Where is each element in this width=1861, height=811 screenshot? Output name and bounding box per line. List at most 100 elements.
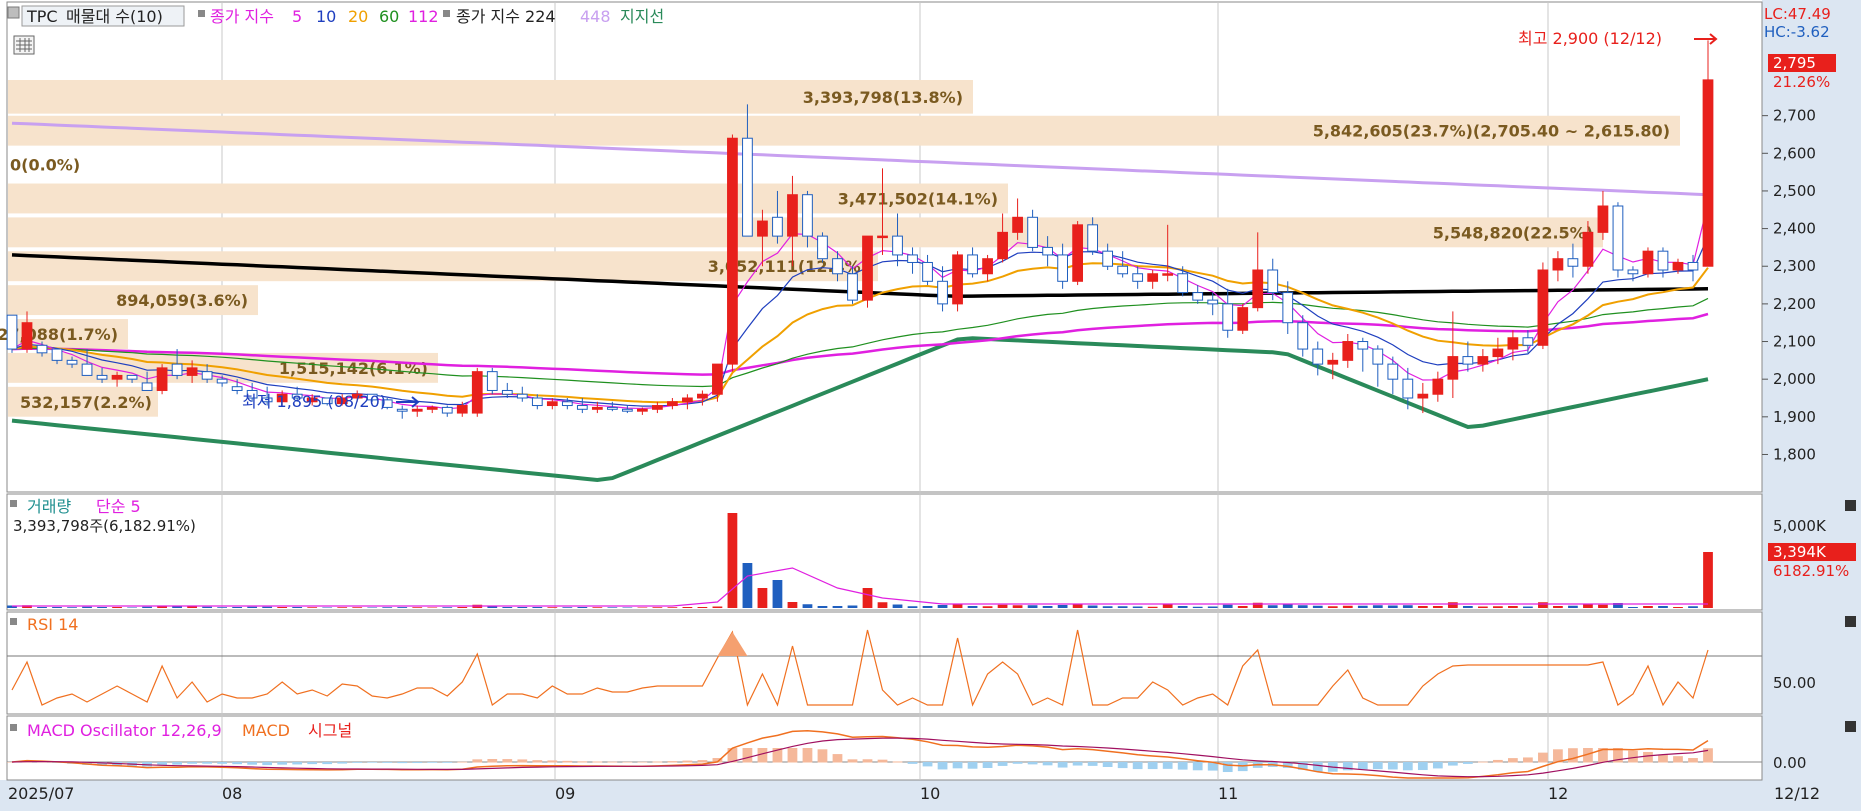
macd-oscillator-bar [592,761,603,763]
macd-oscillator-bar [277,762,288,765]
candle-body [1237,307,1249,331]
macd-toggle-icon[interactable] [10,724,17,731]
volume-bar [1538,602,1548,608]
macd-oscillator-bar [1673,756,1683,763]
volume-bar [1688,606,1698,608]
hc-value: HC:-3.62 [1764,23,1830,41]
signal-label: 시그널 [308,721,352,740]
candle-body [787,194,798,237]
volume-bar [622,607,633,608]
ma-toggle-icon[interactable] [198,10,205,17]
candle-body [1597,205,1609,233]
macd-oscillator-bar [1643,751,1653,763]
volume-toggle-icon[interactable] [10,500,17,507]
high-annotation: 최고 2,900 (12/12) [1518,29,1662,48]
volume-bar [1447,602,1458,608]
candle-body [682,397,693,403]
volume-bar [922,606,933,608]
candle-body [1117,265,1129,275]
macd-oscillator-bar [817,749,828,763]
candle-body [1357,341,1369,350]
candle-body [1297,322,1309,350]
candle-body [21,322,33,350]
volume-bar [1207,606,1218,608]
macd-oscillator-bar [532,760,543,763]
volume-bar [442,607,453,608]
volume-bar [982,606,993,608]
legend-toggle-icon[interactable] [7,6,20,19]
candle-body [126,374,138,380]
stock-chart-window: 3,393,798(13.8%) 5,842,605(23.7%)(2,705.4… [0,0,1861,811]
candle-body [1342,341,1354,361]
candle-body [576,405,588,410]
macd-oscillator-bar [802,748,813,763]
macd-oscillator-bar [682,760,693,763]
price-tick-label: 2,600 [1773,144,1816,162]
price-tick-label: 2,700 [1773,107,1816,125]
candle-body [1372,348,1384,365]
volume-bar [1297,605,1308,608]
rsi-toggle-icon[interactable] [10,618,17,625]
volume-bar [292,607,303,608]
volume-bar [1553,606,1563,608]
macd-oscillator-bar [382,762,393,763]
candle-body [1552,258,1564,271]
volume-bar [232,607,243,608]
candle-body [997,231,1008,260]
macd-oscillator-bar [742,748,753,763]
ma-period-10: 10 [316,7,336,26]
chart-canvas[interactable]: 3,393,798(13.8%) 5,842,605(23.7%)(2,705.4… [0,0,1861,811]
candle-body [1657,250,1669,271]
macd-title: MACD Oscillator 12,26,9 [27,721,222,740]
volume-bar [967,606,978,608]
candle-body [51,348,63,361]
volume-bar [1703,552,1713,608]
candle-body [96,374,108,380]
volume-close-icon[interactable] [1845,500,1856,511]
candle-body [772,216,783,237]
volume-bar [1177,606,1188,608]
date-tick-label: 11 [1218,784,1238,803]
volume-profile-label: 894,059(3.6%) [116,291,248,310]
volume-bar [847,605,858,608]
candle-body [1567,258,1579,267]
macd-oscillator-bar [1628,750,1638,763]
macd-oscillator-bar [457,761,468,763]
candle-body [952,254,963,305]
macd-oscillator-bar [322,762,333,765]
macd-oscillator-bar [562,760,573,763]
volume-bar [997,604,1008,608]
candle-body [1102,250,1114,267]
macd-oscillator-bar [367,762,378,763]
macd-oscillator-bar [247,762,258,765]
macd-oscillator-bar [442,762,453,763]
support-label: 지지선 [620,7,664,26]
volume-bar [97,607,107,608]
candle-body [982,258,993,275]
macd-oscillator-bar [1012,762,1023,764]
volume-bar [1267,605,1278,608]
volume-profile-label: 매물대 수(10) [66,7,163,26]
candle-body [892,235,903,256]
macd-oscillator-bar [1508,758,1518,763]
price-tick-label: 2,000 [1773,370,1816,388]
candle-body [1072,224,1084,282]
ma2-toggle-icon[interactable] [443,10,450,17]
macd-oscillator-bar [1312,762,1323,772]
volume-bar [1192,606,1203,608]
price-tick-label: 1,900 [1773,408,1816,426]
rsi-close-icon[interactable] [1845,616,1856,627]
volume-profile-label: 532,157(2.2%) [20,393,152,412]
macd-oscillator-bar [1357,762,1368,770]
candle-body [546,401,558,407]
macd-oscillator-bar [1492,759,1503,763]
volume-bar [547,607,558,608]
candle-body [1192,292,1204,301]
macd-close-icon[interactable] [1845,721,1856,732]
volume-bar [1402,605,1413,608]
volume-bar [82,606,92,608]
macd-oscillator-bar [1538,752,1548,763]
volume-bar [1417,606,1428,608]
macd-oscillator-bar [1057,762,1068,768]
macd-oscillator-bar [1372,762,1383,770]
